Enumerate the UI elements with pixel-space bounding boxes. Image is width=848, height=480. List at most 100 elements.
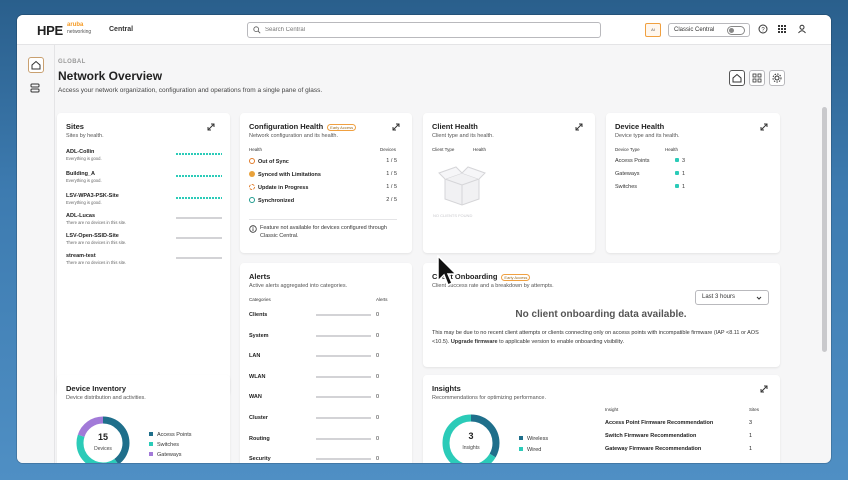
config-row[interactable]: Update in Progress 1 / 5 (249, 184, 397, 191)
config-label: Synchronized (258, 198, 295, 204)
alert-row[interactable]: Security 0 (249, 456, 397, 462)
main-content: GLOBAL Network Overview Access your netw… (55, 45, 831, 463)
page-scrollbar[interactable] (822, 107, 827, 352)
alert-category: Cluster (249, 415, 268, 421)
insight-row[interactable]: Access Point Firmware Recommendation 3 (605, 420, 755, 426)
alert-category: WLAN (249, 374, 266, 380)
card-title: Client Health (432, 122, 478, 131)
column-header: Categories (249, 297, 271, 302)
upgrade-firmware-link[interactable]: Upgrade firmware (451, 339, 498, 345)
donut-label: Insights (462, 445, 480, 451)
alert-row[interactable]: Routing 0 (249, 436, 397, 442)
aruba-logo-sub: networking (67, 29, 92, 35)
toggle-switch[interactable] (727, 26, 745, 35)
settings-button[interactable] (769, 70, 785, 86)
early-access-badge: Early Access (327, 123, 357, 131)
alert-row[interactable]: LAN 0 (249, 353, 397, 359)
legend-item: Access Points (149, 432, 192, 438)
site-health-bar (176, 217, 222, 219)
alert-count: 0 (376, 333, 380, 339)
expand-icon[interactable] (207, 123, 215, 131)
divider (249, 219, 397, 220)
empty-box-icon (438, 166, 486, 206)
card-subtitle: Recommendations for optimizing performan… (432, 395, 547, 401)
insight-row[interactable]: Gateway Firmware Recommendation 1 (605, 446, 755, 452)
site-row[interactable]: LSV-Open-SSID-Site There are no devices … (66, 233, 226, 245)
nav-devices[interactable] (28, 81, 44, 97)
classic-central-label: Classic Central (674, 27, 715, 33)
legend-label: Wireless (527, 436, 549, 442)
expand-icon[interactable] (760, 385, 768, 393)
config-row[interactable]: Synced with Limitations 1 / 5 (249, 171, 397, 178)
site-row[interactable]: ADL-Lucas There are no devices in this s… (66, 213, 226, 225)
page-subtitle: Access your network organization, config… (58, 87, 323, 94)
device-inventory-card: Device Inventory Device distribution and… (57, 375, 230, 463)
alert-row[interactable]: Clients 0 (249, 312, 397, 318)
config-label: Synced with Limitations (258, 172, 321, 178)
alert-row[interactable]: WAN 0 (249, 394, 397, 400)
device-health-card: Device Health Device type and its health… (606, 113, 780, 253)
legend-item: Gateways (149, 452, 181, 458)
site-row[interactable]: LSV-WPA3-PSK-Site Everything is good. (66, 193, 226, 205)
legend-swatch (149, 432, 153, 436)
time-range-select[interactable]: Last 3 hours (695, 290, 769, 305)
warning-icon (249, 171, 255, 177)
alert-row[interactable]: System 0 (249, 333, 397, 339)
expand-icon[interactable] (760, 123, 768, 131)
alert-bar (316, 335, 371, 337)
expand-icon[interactable] (575, 123, 583, 131)
device-health-row[interactable]: Gateways 1 (615, 171, 695, 177)
top-bar: HPE aruba networking Central AI Classic … (17, 15, 831, 45)
breadcrumb[interactable]: GLOBAL (58, 59, 86, 65)
search-box[interactable] (247, 22, 601, 38)
alert-count: 0 (376, 394, 380, 400)
classic-central-toggle[interactable]: Classic Central (668, 23, 750, 37)
alert-bar (316, 314, 371, 316)
device-health-row[interactable]: Switches 1 (615, 184, 695, 190)
empty-state-label: NO CLIENTS FOUND (433, 213, 473, 218)
nav-home[interactable] (28, 57, 44, 73)
site-health-bar (176, 175, 222, 177)
column-header: Sites (749, 407, 760, 412)
device-count: 3 (682, 158, 686, 164)
site-status: There are no devices in this site. (66, 220, 127, 225)
donut-total: 15 (97, 432, 108, 442)
device-health-row[interactable]: Access Points 3 (615, 158, 695, 164)
user-icon[interactable] (797, 24, 807, 34)
alert-category: Security (249, 456, 271, 462)
ai-assistant-button[interactable]: AI (645, 23, 661, 37)
home-view-button[interactable] (729, 70, 745, 86)
insight-row[interactable]: Switch Firmware Recommendation 1 (605, 433, 755, 439)
gear-icon (772, 73, 782, 83)
site-health-bar (176, 257, 222, 259)
grid-view-button[interactable] (749, 70, 765, 86)
alerts-card: Alerts Active alerts aggregated into cat… (240, 263, 412, 463)
config-row[interactable]: Synchronized 2 / 5 (249, 197, 397, 204)
server-icon (30, 83, 40, 93)
config-row[interactable]: Out of Sync 1 / 5 (249, 158, 397, 165)
note-text: to applicable version to enable onboardi… (499, 339, 625, 345)
hpe-logo[interactable]: HPE (37, 23, 63, 38)
legend-swatch (519, 436, 523, 440)
legend-swatch (149, 442, 153, 446)
site-status: There are no devices in this site. (66, 240, 127, 245)
alert-row[interactable]: Cluster 0 (249, 415, 397, 421)
insight-sites: 3 (749, 420, 753, 426)
search-input[interactable] (265, 25, 585, 35)
alert-category: WAN (249, 394, 262, 400)
expand-icon[interactable] (392, 123, 400, 131)
alert-row[interactable]: WLAN 0 (249, 374, 397, 380)
site-row[interactable]: Building_A Everything is good. (66, 171, 226, 183)
insight-label: Access Point Firmware Recommendation (605, 420, 714, 426)
apps-grid-icon[interactable] (777, 24, 787, 34)
site-health-bar (176, 197, 222, 199)
synchronized-icon (249, 197, 255, 203)
help-icon[interactable]: ? (758, 24, 768, 34)
site-status: There are no devices in this site. (66, 260, 127, 265)
alert-category: System (249, 333, 269, 339)
mouse-cursor-icon (437, 255, 458, 287)
column-header: Devices (380, 147, 397, 152)
site-row[interactable]: stream-test There are no devices in this… (66, 253, 226, 265)
alert-count: 0 (376, 312, 380, 318)
site-row[interactable]: ADL-Collin Everything is good. (66, 149, 226, 161)
